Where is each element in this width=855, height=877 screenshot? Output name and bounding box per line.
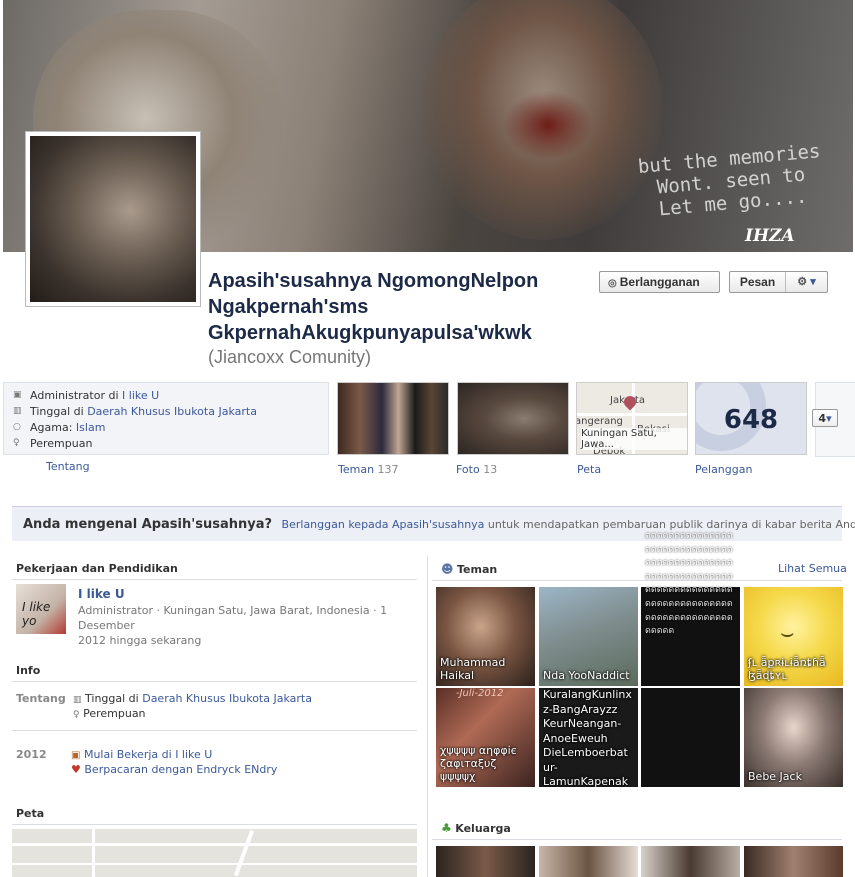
message-button[interactable]: Pesan xyxy=(730,272,786,292)
subscribers-tile[interactable]: 648 xyxy=(695,382,807,455)
about-lives: ▥ Tinggal di Daerah Khusus Ibukota Jakar… xyxy=(13,405,257,418)
chevron-down-icon: ▾ xyxy=(826,412,832,425)
work-page-image[interactable]: I like yo xyxy=(16,584,66,634)
friend-tile[interactable]: KuralangKunlinxz-BangArayzz KeurNeangan-… xyxy=(539,688,638,787)
photo-caption: -Juli-2012 xyxy=(456,688,504,699)
divider xyxy=(12,681,417,682)
subscribe-link[interactable]: Berlanggan kepada Apasih'susahnya xyxy=(282,518,485,531)
info-tentang-label: Tentang xyxy=(16,692,66,705)
life-event-work-link[interactable]: I like U xyxy=(175,748,212,761)
friend-tile[interactable]: -Juli-2012 χψψψψ αηφφіє ζαφιтαξυζ ψψψψχ xyxy=(436,688,535,787)
see-all-friends-link[interactable]: Lihat Semua xyxy=(778,562,847,575)
about-religion: ○ Agama: Islam xyxy=(13,421,106,434)
friend-tile[interactable]: Bebe Jack xyxy=(744,688,843,787)
friends-icon: ☻ xyxy=(441,562,454,576)
profile-picture[interactable] xyxy=(25,131,201,307)
family-tile[interactable] xyxy=(436,846,535,877)
map-road xyxy=(12,843,417,846)
smile-icon: ⌣ xyxy=(780,621,795,646)
family-tile[interactable] xyxy=(539,846,638,877)
map-widget[interactable] xyxy=(12,829,417,877)
profile-picture-image xyxy=(30,136,196,302)
religion-link[interactable]: Islam xyxy=(76,421,106,434)
overlay-text: ดดดดดดดดดดดดดดดดดดดดดดดดดดดดดดดดดดดดดดดด… xyxy=(645,531,733,637)
know-question: Anda mengenal Apasih'susahnya? xyxy=(23,517,273,532)
tab-about[interactable]: Tentang xyxy=(46,460,90,473)
info-gender: ♀ Perempuan xyxy=(73,707,146,720)
divider xyxy=(12,824,417,825)
about-admin: ▣ Administrator di I like U xyxy=(13,389,160,402)
admin-page-link[interactable]: I like U xyxy=(122,389,159,402)
life-event-work: ▣ Mulai Bekerja di I like U xyxy=(71,748,213,761)
relationship-link[interactable]: Berpacaran dengan Endryck ENdry xyxy=(84,763,277,776)
settings-dropdown[interactable]: ⚙ ▾ xyxy=(786,272,827,292)
female-icon: ♀ xyxy=(13,438,20,448)
divider xyxy=(432,580,842,581)
column-divider xyxy=(427,556,428,877)
more-tiles-button[interactable]: 4▾ xyxy=(812,409,838,427)
family-heading: ♣ Keluarga xyxy=(441,821,511,835)
profile-name-block: Apasih'susahnya NgomongNelpon Ngakpernah… xyxy=(208,268,588,368)
friends-heading: ☻ Teman xyxy=(441,562,498,576)
family-tile[interactable] xyxy=(744,846,843,877)
info-year: 2012 xyxy=(16,748,47,761)
lives-link[interactable]: Daerah Khusus Ibukota Jakarta xyxy=(87,405,257,418)
building-icon: ▥ xyxy=(13,406,22,416)
tree-icon: ♣ xyxy=(441,821,452,835)
family-tile[interactable] xyxy=(641,846,740,877)
friend-tile[interactable]: Nda YooNaddict xyxy=(539,587,638,686)
heart-icon: ♥ xyxy=(71,763,81,776)
divider xyxy=(12,579,417,580)
map-heading: Peta xyxy=(16,807,45,820)
briefcase-icon: ▣ xyxy=(13,390,22,400)
friend-tile[interactable]: ⌣ ʄʟ ǟքʀɨʟɨǟռȶɦǟ ɮǟɖȶʏʟ xyxy=(744,587,843,686)
building-icon: ▥ xyxy=(73,695,82,705)
info-lives: ▥ Tinggal di Daerah Khusus Ibukota Jakar… xyxy=(73,692,312,705)
map-road xyxy=(12,863,417,865)
cover-detail xyxy=(503,90,593,160)
subscribers-tile-caption[interactable]: Pelanggan xyxy=(695,463,752,476)
subscribe-button[interactable]: ◎ Berlangganan xyxy=(599,271,720,293)
about-summary: ▣ Administrator di I like U ▥ Tinggal di… xyxy=(3,382,329,455)
friend-tile[interactable]: Muhammad Haikal xyxy=(436,587,535,686)
work-page-link[interactable]: I like U xyxy=(78,587,125,601)
map-road xyxy=(92,829,95,877)
divider xyxy=(12,730,417,731)
friends-tile[interactable] xyxy=(337,382,449,455)
profile-name[interactable]: Apasih'susahnya NgomongNelpon Ngakpernah… xyxy=(208,268,588,346)
photos-tile[interactable] xyxy=(457,382,569,455)
alternate-name: (Jiancoxx Comunity) xyxy=(208,347,372,367)
subscribers-count: 648 xyxy=(723,405,779,435)
friend-tile[interactable] xyxy=(641,688,740,787)
subscribe-label: Berlangganan xyxy=(619,275,700,289)
map-road xyxy=(233,829,255,877)
briefcase-icon: ▣ xyxy=(71,750,81,761)
gear-icon: ⚙ xyxy=(797,276,808,288)
about-gender: ♀ Perempuan xyxy=(13,437,93,450)
info-lives-link[interactable]: Daerah Khusus Ibukota Jakarta xyxy=(142,692,312,705)
work-details: Administrator · Kuningan Satu, Jawa Bara… xyxy=(78,604,388,647)
map-tile-caption[interactable]: Peta xyxy=(577,463,601,476)
map-caption: Kuningan Satu, Jawa... xyxy=(581,428,687,450)
life-event-relationship: ♥ Berpacaran dengan Endryck ENdry xyxy=(71,763,277,776)
map-tile[interactable]: Jakarta Bekasi angerang Depok Kuningan S… xyxy=(576,382,688,455)
friends-tile-caption[interactable]: Teman 137 xyxy=(338,463,399,476)
chevron-down-icon: ▾ xyxy=(810,276,816,288)
rss-icon: ◎ xyxy=(608,278,617,289)
info-heading: Info xyxy=(16,664,41,677)
message-button-group: Pesan ⚙ ▾ xyxy=(729,271,828,293)
photos-tile-caption[interactable]: Foto 13 xyxy=(456,463,497,476)
female-icon: ♀ xyxy=(73,710,80,720)
cover-signature: IHZA xyxy=(745,226,795,246)
circle-icon: ○ xyxy=(13,422,21,432)
map-label-tangerang: angerang xyxy=(576,416,623,427)
work-heading: Pekerjaan dan Pendidikan xyxy=(16,562,178,575)
divider xyxy=(432,839,842,840)
